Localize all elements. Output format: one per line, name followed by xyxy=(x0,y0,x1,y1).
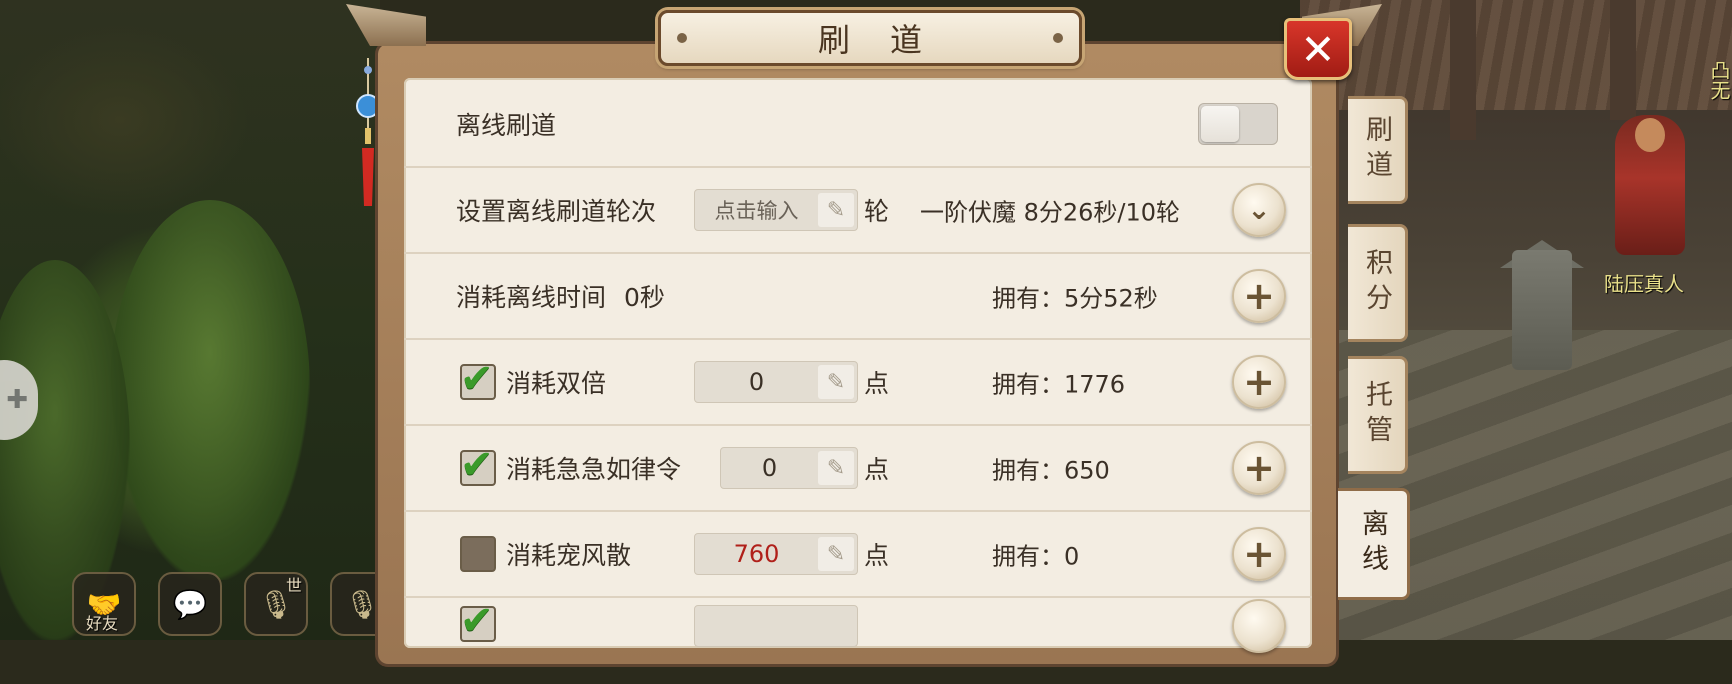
jijirulvling-label: 消耗急急如律令 xyxy=(506,455,682,484)
plus-icon: + xyxy=(1243,446,1275,490)
row-consume-time: 消耗离线时间 0秒 拥有：5分52秒 + xyxy=(404,254,1312,340)
row-consume-pet-wind: 消耗宠风散 760 ✎ 点 拥有：0 + xyxy=(404,512,1312,598)
tab-offline[interactable]: 离线 xyxy=(1338,488,1410,600)
npc-head xyxy=(1635,118,1665,152)
jijirulvling-input[interactable]: 0 ✎ xyxy=(720,447,858,489)
jijirulvling-unit: 点 xyxy=(864,455,890,484)
partial-round-button[interactable] xyxy=(1232,599,1286,653)
temple-pillar xyxy=(1610,0,1636,120)
double-label: 消耗双倍 xyxy=(506,369,607,398)
puzzle-icon: ✚ xyxy=(6,385,28,415)
stone-lantern-body xyxy=(1512,250,1572,370)
plus-icon: + xyxy=(1243,274,1275,318)
double-input[interactable]: 0 ✎ xyxy=(694,361,858,403)
npc-top-text: 凸无 xyxy=(1707,60,1731,100)
add-time-button[interactable]: + xyxy=(1232,269,1286,323)
row-consume-double: ✔ 消耗双倍 0 ✎ 点 拥有：1776 + xyxy=(404,340,1312,426)
rivet-icon xyxy=(1053,33,1063,43)
tab-jifen[interactable]: 积分 xyxy=(1348,224,1408,342)
row-consume-jijirulvling: ✔ 消耗急急如律令 0 ✎ 点 拥有：650 + xyxy=(404,426,1312,512)
double-unit: 点 xyxy=(864,369,890,398)
close-icon: ✕ xyxy=(1300,24,1336,74)
pencil-icon: ✎ xyxy=(818,365,854,399)
partial-checkbox[interactable]: ✔ xyxy=(460,598,496,644)
close-button[interactable]: ✕ xyxy=(1284,18,1352,80)
pet-wind-value: 760 xyxy=(733,540,780,568)
owned-jijirulvling: 拥有：650 xyxy=(992,456,1110,485)
friends-label: 好友 xyxy=(86,614,119,633)
partial-input[interactable] xyxy=(694,605,858,647)
pencil-icon: ✎ xyxy=(818,193,854,227)
row-offline-toggle: 离线刷道 xyxy=(404,82,1312,168)
rivet-icon xyxy=(677,33,687,43)
chat-bubble-icon: 💬 xyxy=(172,587,208,621)
plus-icon: + xyxy=(1243,360,1275,404)
dialog-title-plate: 刷道 xyxy=(658,10,1082,66)
consume-time-label: 消耗离线时间 xyxy=(456,283,607,312)
expand-rounds-button[interactable]: ⌄ xyxy=(1232,183,1286,237)
pet-wind-checkbox[interactable] xyxy=(460,536,496,572)
add-double-button[interactable]: + xyxy=(1232,355,1286,409)
add-jijirulvling-button[interactable]: + xyxy=(1232,441,1286,495)
offline-toggle-switch[interactable] xyxy=(1198,103,1278,145)
row-partial: ✔ xyxy=(404,598,1312,684)
jijirulvling-checkbox[interactable]: ✔ xyxy=(460,442,496,488)
willow-tree xyxy=(110,200,310,580)
chevron-down-icon: ⌄ xyxy=(1247,193,1271,226)
rounds-input[interactable]: 点击输入 ✎ xyxy=(694,189,858,231)
toggle-knob xyxy=(1201,106,1239,142)
rounds-input-placeholder: 点击输入 xyxy=(714,199,799,223)
double-checkbox[interactable]: ✔ xyxy=(460,356,496,402)
chat-button[interactable]: 💬 xyxy=(158,572,222,636)
tab-tuoguan[interactable]: 托管 xyxy=(1348,356,1408,474)
row-set-rounds: 设置离线刷道轮次 点击输入 ✎ 轮 一阶伏魔 8分26秒/10轮 ⌄ xyxy=(404,168,1312,254)
double-value: 0 xyxy=(748,368,765,396)
rounds-unit: 轮 xyxy=(864,197,890,226)
plus-icon: + xyxy=(1243,532,1275,576)
checkmark-icon: ✔ xyxy=(460,598,494,644)
world-channel-label: 世 xyxy=(286,576,303,595)
pet-wind-label: 消耗宠风散 xyxy=(506,541,632,570)
offline-toggle-label: 离线刷道 xyxy=(456,111,557,140)
owned-time: 拥有：5分52秒 xyxy=(992,284,1158,313)
pencil-icon: ✎ xyxy=(818,537,854,571)
pet-wind-unit: 点 xyxy=(864,541,890,570)
pencil-icon: ✎ xyxy=(818,451,854,485)
set-rounds-label: 设置离线刷道轮次 xyxy=(456,197,657,226)
npc-name-label[interactable]: 陆压真人 xyxy=(1604,268,1684,297)
owned-pet-wind: 拥有：0 xyxy=(992,542,1080,571)
consume-time-value: 0秒 xyxy=(624,283,665,312)
tab-shuadao[interactable]: 刷道 xyxy=(1348,96,1408,204)
temple-pillar xyxy=(1450,0,1476,140)
pet-wind-input[interactable]: 760 ✎ xyxy=(694,533,858,575)
dialog-title: 刷道 xyxy=(817,21,962,59)
add-pet-wind-button[interactable]: + xyxy=(1232,527,1286,581)
rounds-info-text: 一阶伏魔 8分26秒/10轮 xyxy=(920,198,1181,227)
jijirulvling-value: 0 xyxy=(761,454,778,482)
microphone-icon: 🎙 xyxy=(344,587,380,621)
owned-double: 拥有：1776 xyxy=(992,370,1126,399)
checkmark-icon: ✔ xyxy=(460,356,494,402)
checkmark-icon: ✔ xyxy=(460,442,494,488)
